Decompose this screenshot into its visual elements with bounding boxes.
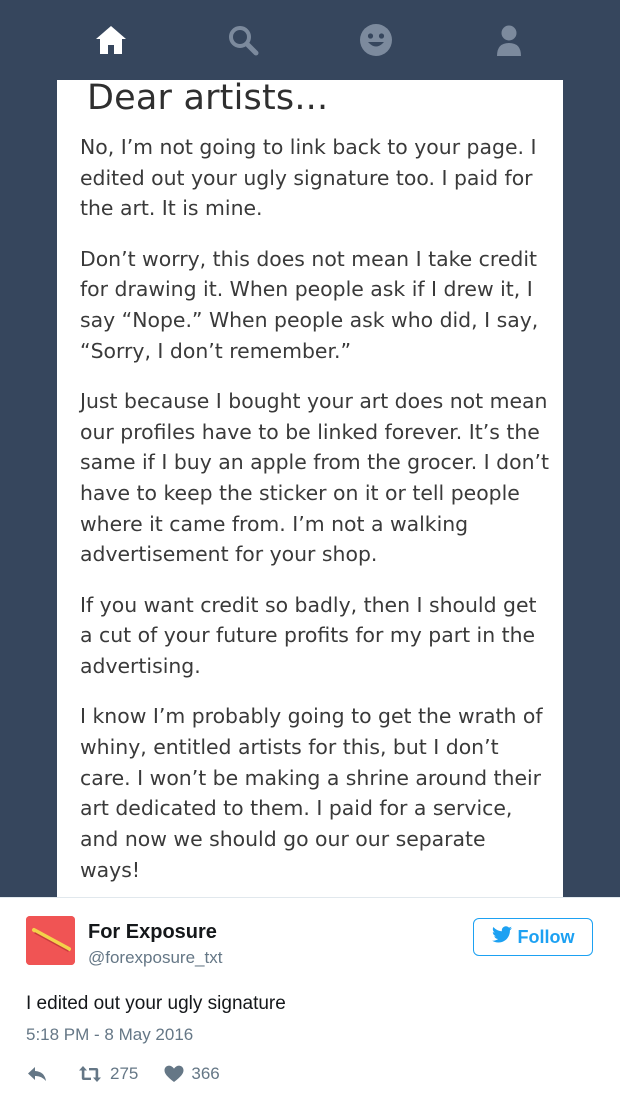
follow-label: Follow [517, 926, 575, 947]
post-body: No, I’m not going to link back to your p… [80, 132, 552, 905]
user-handle[interactable]: @forexposure_txt [88, 948, 222, 968]
tweet-actions: 275 366 [26, 1061, 220, 1087]
reply-button[interactable] [26, 1065, 48, 1083]
like-button[interactable]: 366 [164, 1064, 220, 1084]
retweet-icon [78, 1065, 102, 1083]
display-name[interactable]: For Exposure [88, 921, 217, 944]
post-card: Dear artists... No, I’m not going to lin… [57, 78, 563, 897]
tweet-timestamp[interactable]: 5:18 PM - 8 May 2016 [26, 1025, 193, 1045]
retweet-button[interactable]: 275 [78, 1064, 138, 1084]
retweet-count: 275 [110, 1064, 139, 1083]
like-count: 366 [191, 1064, 220, 1083]
reply-icon [26, 1065, 48, 1083]
account-icon[interactable] [491, 22, 527, 58]
follow-button[interactable]: Follow [473, 918, 593, 956]
top-navbar [0, 0, 620, 80]
smiley-icon[interactable] [358, 22, 394, 58]
avatar[interactable] [26, 916, 75, 965]
post-paragraph: Just because I bought your art does not … [80, 388, 549, 567]
home-icon[interactable] [93, 22, 129, 58]
post-paragraph: Don’t worry, this does not mean I take c… [80, 246, 539, 363]
twitter-bird-icon [491, 926, 512, 948]
post-paragraph: I know I’m probably going to get the wra… [80, 704, 543, 882]
tumblr-background: Dear artists... No, I’m not going to lin… [0, 0, 620, 897]
post-paragraph: If you want credit so badly, then I shou… [80, 592, 537, 679]
post-paragraph: No, I’m not going to link back to your p… [80, 135, 537, 221]
post-title: Dear artists... [87, 78, 329, 118]
search-icon[interactable] [225, 22, 261, 58]
heart-icon [164, 1065, 184, 1083]
tweet-text: I edited out your ugly signature [26, 993, 286, 1014]
tweet-card: For Exposure @forexposure_txt Follow I e… [0, 897, 620, 1104]
